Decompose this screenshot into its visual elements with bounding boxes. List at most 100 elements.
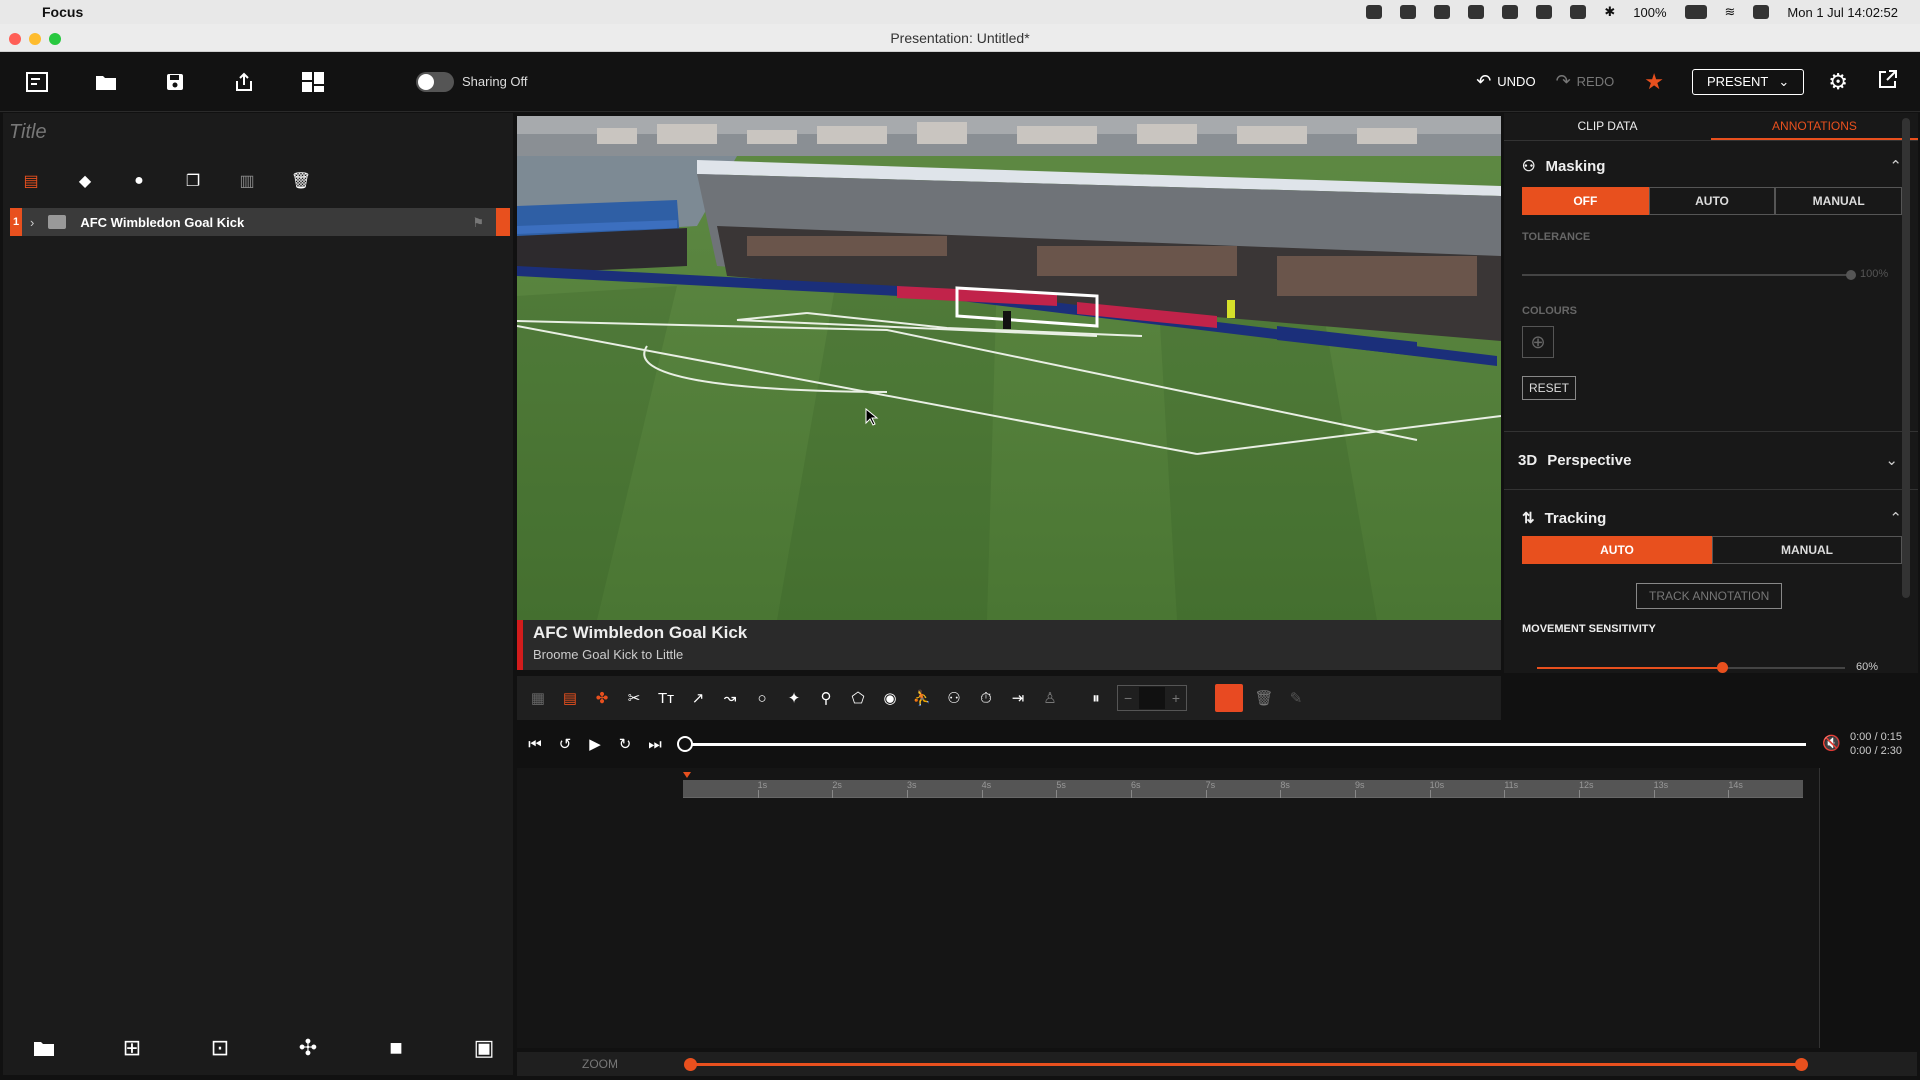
eye-icon[interactable]: ◉ — [879, 687, 901, 709]
bluetooth-icon[interactable]: ✱ — [1604, 4, 1615, 20]
star-icon[interactable]: ★ — [1644, 69, 1664, 95]
clip-notes-icon[interactable]: ▤ — [21, 171, 41, 191]
chevron-down-icon[interactable]: ⌄ — [1885, 451, 1898, 469]
masking-manual-button[interactable]: MANUAL — [1775, 187, 1903, 215]
fill-bucket-icon[interactable]: ◆ — [75, 171, 95, 191]
undo-icon[interactable]: ↶ — [1476, 71, 1491, 92]
keyboard-icon[interactable] — [1570, 5, 1587, 19]
skip-start-icon[interactable]: ⏮ — [523, 732, 547, 756]
forward-icon[interactable]: ↻ — [613, 732, 637, 756]
playhead-handle[interactable] — [677, 736, 693, 752]
layers-icon[interactable]: ▦ — [527, 687, 549, 709]
redo-button[interactable]: REDO — [1577, 74, 1615, 89]
polygon-area-icon[interactable]: ⬠ — [847, 687, 869, 709]
duplicate-icon[interactable]: ❐ — [183, 171, 203, 191]
tab-annotations[interactable]: ANNOTATIONS — [1711, 113, 1918, 140]
bow-icon[interactable] — [1400, 5, 1417, 19]
video-camera-icon[interactable]: ■ — [383, 1035, 409, 1061]
pdf-export-icon[interactable]: ▣ — [471, 1035, 497, 1061]
sensitivity-handle[interactable] — [1716, 662, 1728, 673]
open-folder-icon[interactable] — [31, 1035, 57, 1061]
trash-icon[interactable]: 🗑 — [291, 171, 311, 191]
clipboard-icon[interactable]: ▥ — [237, 171, 257, 191]
rewind-icon[interactable]: ↺ — [553, 732, 577, 756]
tracking-auto-button[interactable]: AUTO — [1522, 536, 1712, 564]
text-tool-icon[interactable]: Tт — [655, 687, 677, 709]
track-annotation-button[interactable]: TRACK ANNOTATION — [1636, 583, 1783, 609]
mute-icon[interactable]: 🔇 — [1822, 734, 1841, 752]
perspective-header[interactable]: 3D Perspective ⌄ — [1518, 451, 1898, 470]
shuffle-icon[interactable]: ✣ — [295, 1035, 321, 1061]
control-center-icon[interactable] — [1753, 5, 1770, 19]
add-image-icon[interactable]: ⊡ — [207, 1035, 233, 1061]
chevron-up-icon[interactable]: ⌃ — [1889, 509, 1902, 527]
sharing-toggle[interactable] — [416, 71, 454, 92]
zoom-start-handle[interactable] — [684, 1058, 697, 1071]
pause-annotation-icon[interactable]: ⏸ — [1085, 687, 1107, 709]
circle-tool-icon[interactable]: ○ — [751, 687, 773, 709]
magnifier-icon[interactable]: ⚲ — [815, 687, 837, 709]
color-swatch[interactable] — [1215, 684, 1243, 712]
app-menu-name[interactable]: Focus — [42, 4, 83, 20]
minus-icon[interactable]: − — [1124, 690, 1132, 706]
duration-stepper[interactable]: − + — [1117, 685, 1187, 711]
video-player[interactable] — [517, 116, 1501, 620]
record-icon[interactable] — [1366, 5, 1383, 19]
delete-annotation-icon[interactable]: 🗑 — [1253, 687, 1275, 709]
presentation-title-input[interactable]: Title — [9, 121, 47, 144]
chevron-right-icon[interactable]: › — [30, 215, 34, 230]
add-clip-icon[interactable]: ⊞ — [119, 1035, 145, 1061]
undo-button[interactable]: UNDO — [1497, 74, 1535, 89]
distance-icon[interactable]: ⇥ — [1007, 687, 1029, 709]
globe-icon[interactable] — [1434, 5, 1451, 19]
close-window-button[interactable] — [9, 33, 21, 45]
tracking-manual-button[interactable]: MANUAL — [1712, 536, 1902, 564]
pieces-icon[interactable]: ✤ — [591, 687, 613, 709]
player-link-icon[interactable]: ⚇ — [943, 687, 965, 709]
skip-end-icon[interactable]: ⏭ — [643, 732, 667, 756]
edit-notes-icon[interactable] — [24, 69, 50, 95]
sync-icon[interactable] — [1536, 5, 1553, 19]
n-app-icon[interactable] — [1468, 5, 1485, 19]
playback-scrubber[interactable] — [684, 743, 1806, 746]
zoom-window-button[interactable] — [49, 33, 61, 45]
clip-list-item[interactable]: 1 › AFC Wimbledon Goal Kick ⚑ — [10, 208, 510, 236]
masking-off-button[interactable]: OFF — [1522, 187, 1649, 215]
timer-icon[interactable]: ⏱ — [975, 687, 997, 709]
panel-scrollbar[interactable] — [1902, 118, 1910, 598]
player-marker-icon[interactable]: ⛹ — [911, 687, 933, 709]
play-icon[interactable]: ▶ — [583, 732, 607, 756]
masking-header[interactable]: ⚇ Masking ⌃ — [1522, 157, 1902, 176]
gear-icon[interactable]: ⚙ — [1828, 69, 1848, 95]
ruler-playhead[interactable] — [683, 772, 691, 778]
minimize-window-button[interactable] — [29, 33, 41, 45]
layout-grid-icon[interactable] — [300, 69, 326, 95]
scissors-icon[interactable]: ✂ — [623, 687, 645, 709]
chevron-up-icon[interactable]: ⌃ — [1889, 157, 1902, 175]
plus-icon[interactable]: + — [1172, 690, 1180, 706]
wifi-icon[interactable]: ≋ — [1725, 4, 1736, 20]
reset-button[interactable]: RESET — [1522, 376, 1577, 400]
timeline-ruler[interactable]: 1s 2s 3s 4s 5s 6s 7s 8s 9s 10s 11s 12s 13s 14s — [683, 772, 1803, 798]
export-icon[interactable] — [231, 69, 257, 95]
timeline-area[interactable] — [517, 768, 1820, 1048]
zoom-range-track[interactable] — [689, 1063, 1799, 1066]
figure-icon[interactable]: ♙ — [1039, 687, 1061, 709]
tolerance-handle[interactable] — [1846, 270, 1856, 280]
redo-icon[interactable]: ↷ — [1556, 71, 1571, 92]
arrow-tool-icon[interactable]: ↗ — [687, 687, 709, 709]
flag-icon[interactable]: ⚑ — [472, 215, 484, 231]
tolerance-slider[interactable] — [1522, 274, 1850, 276]
add-colour-button[interactable]: ⊕ — [1522, 326, 1554, 358]
spotlight-icon[interactable]: ✦ — [783, 687, 805, 709]
comments-icon[interactable]: ● — [129, 171, 149, 191]
duration-field[interactable] — [1139, 687, 1165, 709]
save-icon[interactable] — [162, 69, 188, 95]
folder-open-icon[interactable] — [93, 69, 119, 95]
masking-auto-button[interactable]: AUTO — [1648, 187, 1776, 215]
annotation-notes-icon[interactable]: ▤ — [559, 687, 581, 709]
tab-clip-data[interactable]: CLIP DATA — [1504, 113, 1711, 140]
cloud-icon[interactable] — [1502, 5, 1519, 19]
clock[interactable]: Mon 1 Jul 14:02:52 — [1787, 5, 1898, 20]
battery-icon[interactable] — [1684, 5, 1707, 19]
